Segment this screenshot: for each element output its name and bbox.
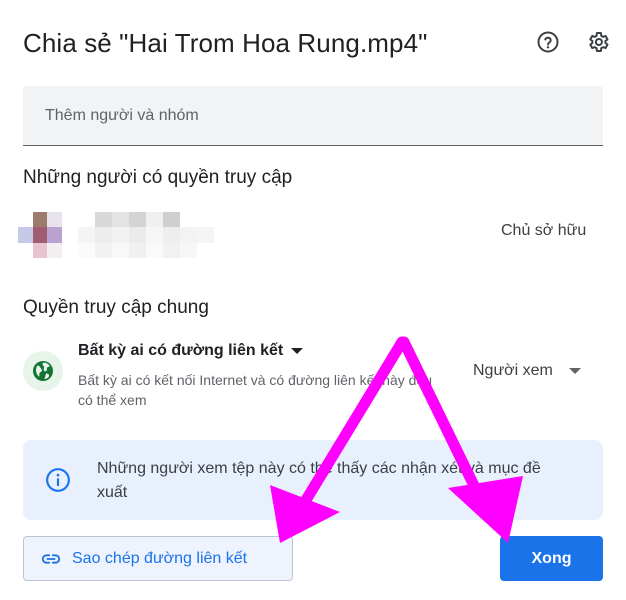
info-icon bbox=[46, 468, 70, 492]
copy-link-button[interactable]: Sao chép đường liên kết bbox=[23, 536, 293, 581]
role-dropdown[interactable]: Người xem bbox=[473, 362, 581, 380]
link-icon bbox=[41, 553, 61, 564]
general-access-heading: Quyền truy cập chung bbox=[23, 297, 209, 318]
add-people-input[interactable] bbox=[23, 86, 603, 145]
link-scope-description: Bất kỳ ai có kết nối Internet và có đườn… bbox=[78, 372, 432, 408]
copy-link-label: Sao chép đường liên kết bbox=[72, 549, 248, 567]
role-label: Người xem bbox=[473, 362, 553, 379]
chevron-down-icon bbox=[568, 368, 581, 374]
owner-role-label: Chủ sở hữu bbox=[501, 222, 587, 239]
done-button[interactable]: Xong bbox=[500, 536, 603, 581]
redacted-user-info bbox=[78, 212, 214, 258]
link-scope-label: Bất kỳ ai có đường liên kết bbox=[78, 342, 284, 359]
add-people-field[interactable] bbox=[23, 86, 603, 146]
avatar bbox=[18, 212, 62, 258]
help-icon[interactable] bbox=[535, 29, 561, 55]
share-dialog: Chia sẻ "Hai Trom Hoa Rung.mp4" Những ng… bbox=[0, 0, 626, 600]
people-with-access-heading: Những người có quyền truy cập bbox=[23, 167, 293, 188]
info-text: Những người xem tệp này có thể thấy các … bbox=[97, 460, 541, 501]
chevron-down-icon bbox=[291, 348, 304, 354]
globe-icon bbox=[23, 351, 63, 391]
gear-icon[interactable] bbox=[585, 29, 611, 55]
link-scope-dropdown[interactable]: Bất kỳ ai có đường liên kết bbox=[78, 342, 304, 360]
dialog-title: Chia sẻ "Hai Trom Hoa Rung.mp4" bbox=[23, 28, 428, 58]
info-banner: Những người xem tệp này có thể thấy các … bbox=[23, 440, 603, 520]
